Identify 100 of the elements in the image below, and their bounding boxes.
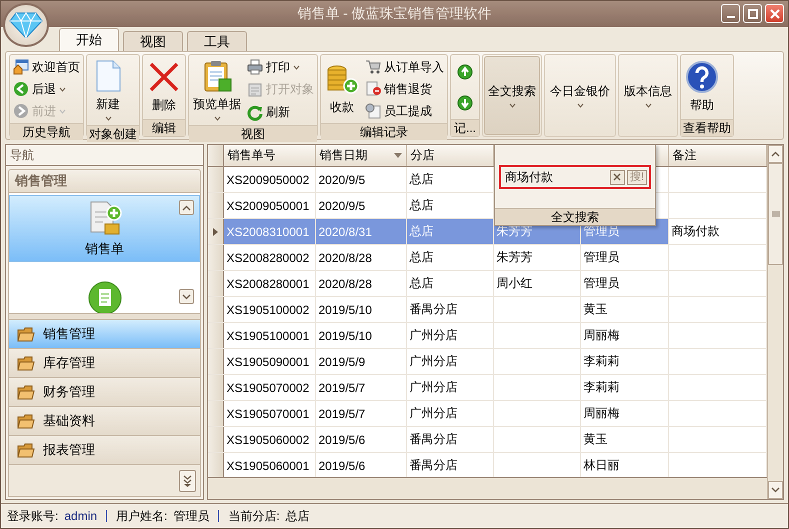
nav-category[interactable]: 基础资料 [8, 407, 201, 436]
table-row[interactable]: XS2008280001 2020/8/28 总店 周小红 管理员 [208, 270, 766, 296]
table-cell: 总店 [406, 244, 493, 270]
ribbon-button[interactable]: 后退 [11, 78, 82, 100]
refresh-icon [247, 104, 263, 121]
ribbon-button[interactable]: 今日金银价 [546, 56, 614, 135]
nav-category[interactable]: 库存管理 [8, 349, 201, 378]
minimize-button[interactable] [721, 4, 740, 23]
table-cell: 黄玉 [580, 296, 668, 322]
group-label: 查看帮助 [681, 119, 733, 136]
ribbon-button[interactable]: 删除 [144, 56, 184, 118]
scroll-down-button[interactable] [179, 289, 194, 304]
group-label: 记... [451, 119, 479, 136]
ribbon-button[interactable]: 刷新 [245, 102, 316, 124]
table-row[interactable]: XS1905100001 2019/5/10 广州分店 周丽梅 [208, 322, 766, 348]
column-header[interactable]: 销售日期 [315, 145, 406, 166]
close-icon [770, 8, 780, 18]
ribbon-button[interactable]: 从订单导入 [363, 56, 446, 78]
folder-icon [17, 356, 35, 370]
table-cell: 2020/8/28 [315, 244, 406, 270]
ribbon-button[interactable]: 全文搜索 [484, 56, 540, 135]
ribbon-button[interactable]: 新建 [88, 56, 128, 124]
vertical-scrollbar[interactable] [767, 145, 783, 499]
search-field[interactable]: 商场付款 搜! [499, 165, 651, 189]
table-cell: 番禺分店 [406, 296, 493, 322]
delete-icon [147, 60, 181, 94]
nav-category[interactable]: 报表管理 [8, 436, 201, 465]
caret-icon [293, 64, 300, 70]
close-button[interactable] [765, 4, 784, 23]
current-row-icon [212, 228, 218, 236]
horizontal-scrollbar[interactable] [208, 477, 767, 499]
table-cell: 2019/5/7 [315, 374, 406, 400]
group-label: 视图 [189, 125, 317, 142]
ribbon-tab[interactable]: 开始 [59, 28, 119, 51]
group-label: 对象创建 [87, 125, 139, 142]
ribbon-button[interactable]: 欢迎首页 [11, 56, 82, 78]
caret-icon [59, 86, 66, 92]
minimize-icon [726, 16, 734, 18]
table-cell: 管理员 [580, 270, 668, 296]
more-button[interactable] [179, 470, 196, 492]
nav-tile[interactable]: 销售单 [9, 195, 200, 262]
table-row[interactable]: XS1905100002 2019/5/10 番禺分店 黄玉 [208, 296, 766, 322]
maximize-button[interactable] [743, 4, 762, 23]
ribbon-button[interactable]: 打印 [245, 56, 316, 78]
table-cell: 广州分店 [406, 400, 493, 426]
caret-icon [104, 116, 112, 121]
table-cell: 广州分店 [406, 374, 493, 400]
table-cell: 2019/5/6 [315, 426, 406, 452]
table-cell: XS2008280002 [223, 244, 315, 270]
table-cell: 周小红 [493, 270, 580, 296]
nav-category[interactable]: 财务管理 [8, 378, 201, 407]
chevron-down-icon [771, 487, 780, 493]
status-label: 登录账号: [7, 508, 58, 524]
caret-icon [508, 103, 516, 108]
table-cell: XS1905070002 [223, 374, 315, 400]
table-cell: 2020/8/31 [315, 218, 406, 244]
table-cell: XS2008310001 [223, 218, 315, 244]
table-row[interactable]: XS1905090001 2019/5/9 广州分店 李莉莉 [208, 348, 766, 374]
login-account: admin [64, 509, 98, 523]
ribbon-button[interactable]: 员工提成 [363, 100, 446, 122]
diamond-icon [9, 11, 43, 39]
table-cell: XS2008280001 [223, 270, 315, 296]
help-icon [685, 60, 719, 94]
ribbon-button[interactable]: 帮助 [682, 56, 722, 118]
status-label: 用户姓名: [116, 508, 168, 524]
chevron-up-icon [182, 204, 191, 210]
ribbon-tab[interactable]: 视图 [123, 31, 183, 51]
table-row[interactable]: XS2008280002 2020/8/28 总店 朱芳芳 管理员 [208, 244, 766, 270]
table-row[interactable]: XS1905060002 2019/5/6 番禺分店 黄玉 [208, 426, 766, 452]
table-cell: 2020/8/28 [315, 270, 406, 296]
column-header[interactable]: 备注 [668, 145, 766, 166]
table-cell: XS1905060002 [223, 426, 315, 452]
ribbon-button[interactable]: 收款 [322, 56, 362, 122]
ribbon-button[interactable]: 预览单据 [190, 56, 244, 124]
pane-title: 导航 [6, 145, 203, 166]
double-chevron-icon [183, 474, 192, 486]
clear-button[interactable] [610, 170, 625, 184]
ribbon-button[interactable]: 版本信息 [620, 56, 676, 135]
ribbon-tab[interactable]: 工具 [187, 31, 247, 51]
table-cell: 2020/9/5 [315, 166, 406, 192]
column-header[interactable]: 销售单号 [223, 145, 315, 166]
nav-category[interactable]: 销售管理 [8, 320, 201, 349]
table-cell: XS1905070001 [223, 400, 315, 426]
document-minus-icon [365, 81, 381, 97]
column-header[interactable]: 分店 [406, 145, 493, 166]
scroll-up-button[interactable] [179, 200, 194, 215]
sort-arrow-icon [394, 153, 402, 158]
table-cell: 李莉莉 [580, 348, 668, 374]
table-row[interactable]: XS1905070002 2019/5/7 广州分店 李莉莉 [208, 374, 766, 400]
printer-icon [247, 59, 263, 76]
group-label: 编辑 [143, 119, 185, 136]
folder-icon [17, 442, 35, 458]
folder-icon [17, 384, 35, 400]
table-row[interactable]: XS1905070001 2019/5/7 广州分店 周丽梅 [208, 400, 766, 426]
ribbon-button[interactable]: 销售退货 [363, 78, 446, 100]
table-cell: 2019/5/10 [315, 296, 406, 322]
table-cell: 李莉莉 [580, 374, 668, 400]
chevron-up-icon [771, 151, 780, 157]
table-cell: 管理员 [580, 244, 668, 270]
user-name: 管理员 [173, 508, 210, 524]
